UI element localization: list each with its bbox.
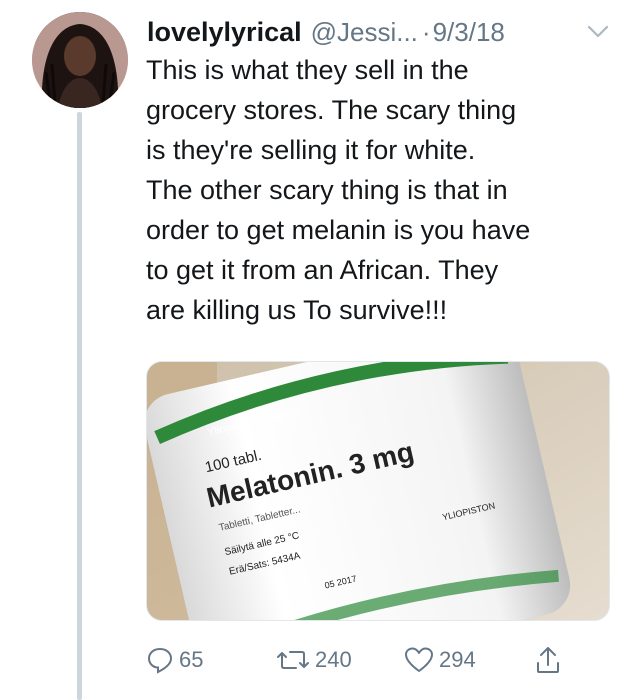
retweet-button[interactable]: 240 <box>276 640 352 680</box>
media-image: Yliopiston Apteekki 100 tabl. Melatonin.… <box>147 362 609 620</box>
chevron-down-icon[interactable] <box>587 24 609 40</box>
share-button[interactable] <box>534 640 562 680</box>
reply-icon <box>146 646 174 674</box>
separator: · <box>421 16 431 47</box>
tweet-text: This is what they sell in the grocery st… <box>146 55 531 325</box>
retweet-icon <box>276 646 310 674</box>
reply-count: 65 <box>179 647 204 672</box>
like-count: 294 <box>439 647 476 672</box>
like-button[interactable]: 294 <box>404 640 476 680</box>
user-handle[interactable]: @Jessi... <box>311 17 418 48</box>
reply-button[interactable]: 65 <box>146 640 203 680</box>
thread-line <box>77 112 82 700</box>
retweet-count: 240 <box>315 647 352 672</box>
avatar[interactable] <box>32 12 128 108</box>
tweet-media[interactable]: Yliopiston Apteekki 100 tabl. Melatonin.… <box>146 361 610 621</box>
tweet-date[interactable]: 9/3/18 <box>433 17 505 48</box>
tweet-header: lovelylyrical @Jessi... · 9/3/18 <box>147 14 621 50</box>
like-icon <box>404 646 434 674</box>
share-icon <box>534 645 562 675</box>
tweet-actions: 65 240 294 <box>146 640 586 680</box>
display-name[interactable]: lovelylyrical <box>147 17 302 48</box>
